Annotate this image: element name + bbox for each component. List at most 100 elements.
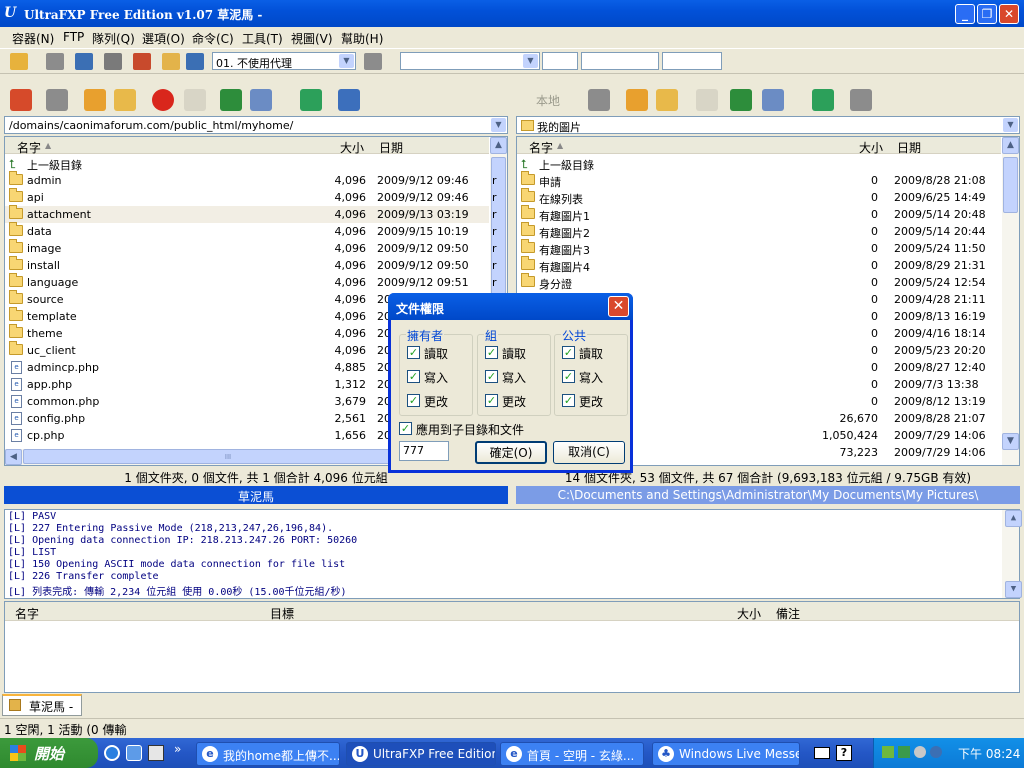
mode-input[interactable]: 777 [399,441,449,461]
tray-app-icon[interactable] [930,746,942,758]
stop-icon[interactable] [152,89,174,111]
parent-folder-icon[interactable] [114,89,136,111]
list-item[interactable]: api 4,096 2009/9/12 09:46 r [5,188,497,206]
tray-app-icon[interactable] [898,746,910,758]
local-path-field[interactable]: 我的圖片 ▼ [516,116,1020,134]
site-icon[interactable] [588,89,610,111]
cancel-button[interactable]: 取消(C) [553,441,625,464]
list-item[interactable]: ⮤ 上一級目錄 [517,155,1001,172]
menu-ftp[interactable]: FTP [63,30,84,44]
view-icon[interactable] [762,89,784,111]
menu-help[interactable]: 幫助(H) [341,30,383,47]
local-vscroll[interactable]: ▲ ▼ [1002,137,1019,465]
taskbar-item-browser-2[interactable]: e 首頁 - 空明 - 玄綠... [500,742,644,766]
queue-col-name[interactable]: 名字 [15,605,39,622]
list-item[interactable]: data 4,096 2009/9/15 10:19 r [5,222,497,240]
scroll-left-button[interactable]: ◀ [5,449,22,465]
ok-button[interactable]: 確定(O) [475,441,547,464]
list-item[interactable]: language 4,096 2009/9/12 09:51 r [5,273,497,291]
scroll-down-button[interactable]: ▼ [1005,581,1022,598]
volume-icon[interactable] [914,746,926,758]
scroll-down-button[interactable]: ▼ [1002,433,1019,450]
chevron-double-right-icon[interactable]: » [174,742,181,756]
queue-pane[interactable]: 名字 目標 大小 備注 [4,601,1020,693]
window-title-bar[interactable]: U UltraFXP Free Edition v1.07 草泥馬 - _ ❐ … [0,0,1024,27]
help-icon[interactable]: ? [836,745,852,761]
taskbar-item-browser-1[interactable]: e 我的home都上傳不... [196,742,340,766]
log-vscroll[interactable]: ▲ ▼ [1002,510,1022,598]
log-pane[interactable]: [L] PASV [L] 227 Entering Passive Mode (… [4,509,1022,599]
connect-icon[interactable] [10,53,28,70]
quicklaunch-icon[interactable] [126,745,142,761]
list-item[interactable]: attachment 4,096 2009/9/13 03:19 r [5,205,497,223]
menu-view[interactable]: 視圖(V) [291,30,333,47]
taskbar-item-ultrafxp[interactable]: U UltraFXP Free Edition [346,742,496,766]
chevron-down-icon[interactable]: ▼ [523,54,538,68]
keyboard-icon[interactable] [814,747,830,759]
chevron-down-icon[interactable]: ▼ [491,118,506,132]
list-item[interactable]: admin 4,096 2009/9/12 09:46 r [5,171,497,189]
queue-col-note[interactable]: 備注 [776,605,800,622]
menu-container[interactable]: 容器(N) [12,30,54,47]
quick-port-field[interactable] [542,52,578,70]
local-label[interactable]: 本地 [524,89,572,111]
play-icon[interactable] [696,89,718,111]
column-size[interactable]: 大小 [340,139,364,156]
refresh-icon[interactable] [220,89,242,111]
site-icon[interactable] [46,89,68,111]
list-item[interactable]: ⮤ 上一級目錄 [5,155,489,172]
menu-queue[interactable]: 隊列(Q) [92,30,135,47]
terminal-icon[interactable] [338,89,360,111]
scroll-up-button[interactable]: ▲ [490,137,507,154]
quick-host-select[interactable]: ▼ [400,52,540,70]
dialog-close-button[interactable]: ✕ [608,296,629,317]
bookmark-icon[interactable] [84,89,106,111]
queue-col-target[interactable]: 目標 [270,605,294,622]
list-item[interactable]: 申請 0 2009/8/28 21:08 [517,171,1001,189]
scroll-thumb[interactable] [1003,157,1018,213]
close-button[interactable]: ✕ [999,4,1019,24]
show-desktop-icon[interactable] [148,745,164,761]
menu-command[interactable]: 命令(C) [192,30,234,47]
list-item[interactable]: install 4,096 2009/9/12 09:50 r [5,256,497,274]
list-item[interactable]: 有趣圖片2 0 2009/5/14 20:44 [517,222,1001,240]
minimize-button[interactable]: _ [955,4,975,24]
quick-password-field[interactable] [662,52,722,70]
bookmark-icon[interactable] [626,89,648,111]
column-date[interactable]: 日期 [379,139,403,156]
clock[interactable]: 下午 08:24 [958,745,1020,762]
queue-icon[interactable] [162,53,180,70]
menu-tools[interactable]: 工具(T) [242,30,283,47]
list-item[interactable]: 有趣圖片1 0 2009/5/14 20:48 [517,205,1001,223]
parent-folder-icon[interactable] [656,89,678,111]
list-item[interactable]: 身分證 0 2009/5/24 12:54 [517,273,1001,291]
tools-icon[interactable] [850,89,872,111]
refresh-icon[interactable] [730,89,752,111]
column-name[interactable]: 名字 [529,139,553,156]
menu-options[interactable]: 選項(O) [142,30,185,47]
quick-user-field[interactable] [581,52,659,70]
remote-path-field[interactable]: /domains/caonimaforum.com/public_html/my… [4,116,508,134]
copy-icon[interactable] [104,53,122,70]
queue-col-size[interactable]: 大小 [737,605,761,622]
list-item[interactable]: 在線列表 0 2009/6/25 14:49 [517,188,1001,206]
wand-icon[interactable] [364,53,382,70]
scheduler-icon[interactable] [133,53,151,70]
chevron-down-icon[interactable]: ▼ [339,54,354,68]
column-name[interactable]: 名字 [17,139,41,156]
proxy-select[interactable]: 01. 不使用代理 ▼ [212,52,356,70]
ie-quicklaunch-icon[interactable] [104,745,120,761]
list-item[interactable]: 有趣圖片4 0 2009/8/29 21:31 [517,256,1001,274]
column-size[interactable]: 大小 [859,139,883,156]
dialog-title-bar[interactable]: 文件權限 ✕ [388,293,633,320]
disconnect-icon[interactable] [10,89,32,111]
hscroll-thumb[interactable]: III [23,449,433,464]
view-icon[interactable] [250,89,272,111]
site-manager-icon[interactable] [46,53,64,70]
list-view-icon[interactable] [75,53,93,70]
restore-button[interactable]: ❐ [977,4,997,24]
chevron-down-icon[interactable]: ▼ [1003,118,1018,132]
tab-site[interactable]: 草泥馬 - [2,694,82,716]
taskbar-item-messenger[interactable]: ♣Windows Live Messe... [652,742,800,766]
network-icon[interactable] [882,746,894,758]
